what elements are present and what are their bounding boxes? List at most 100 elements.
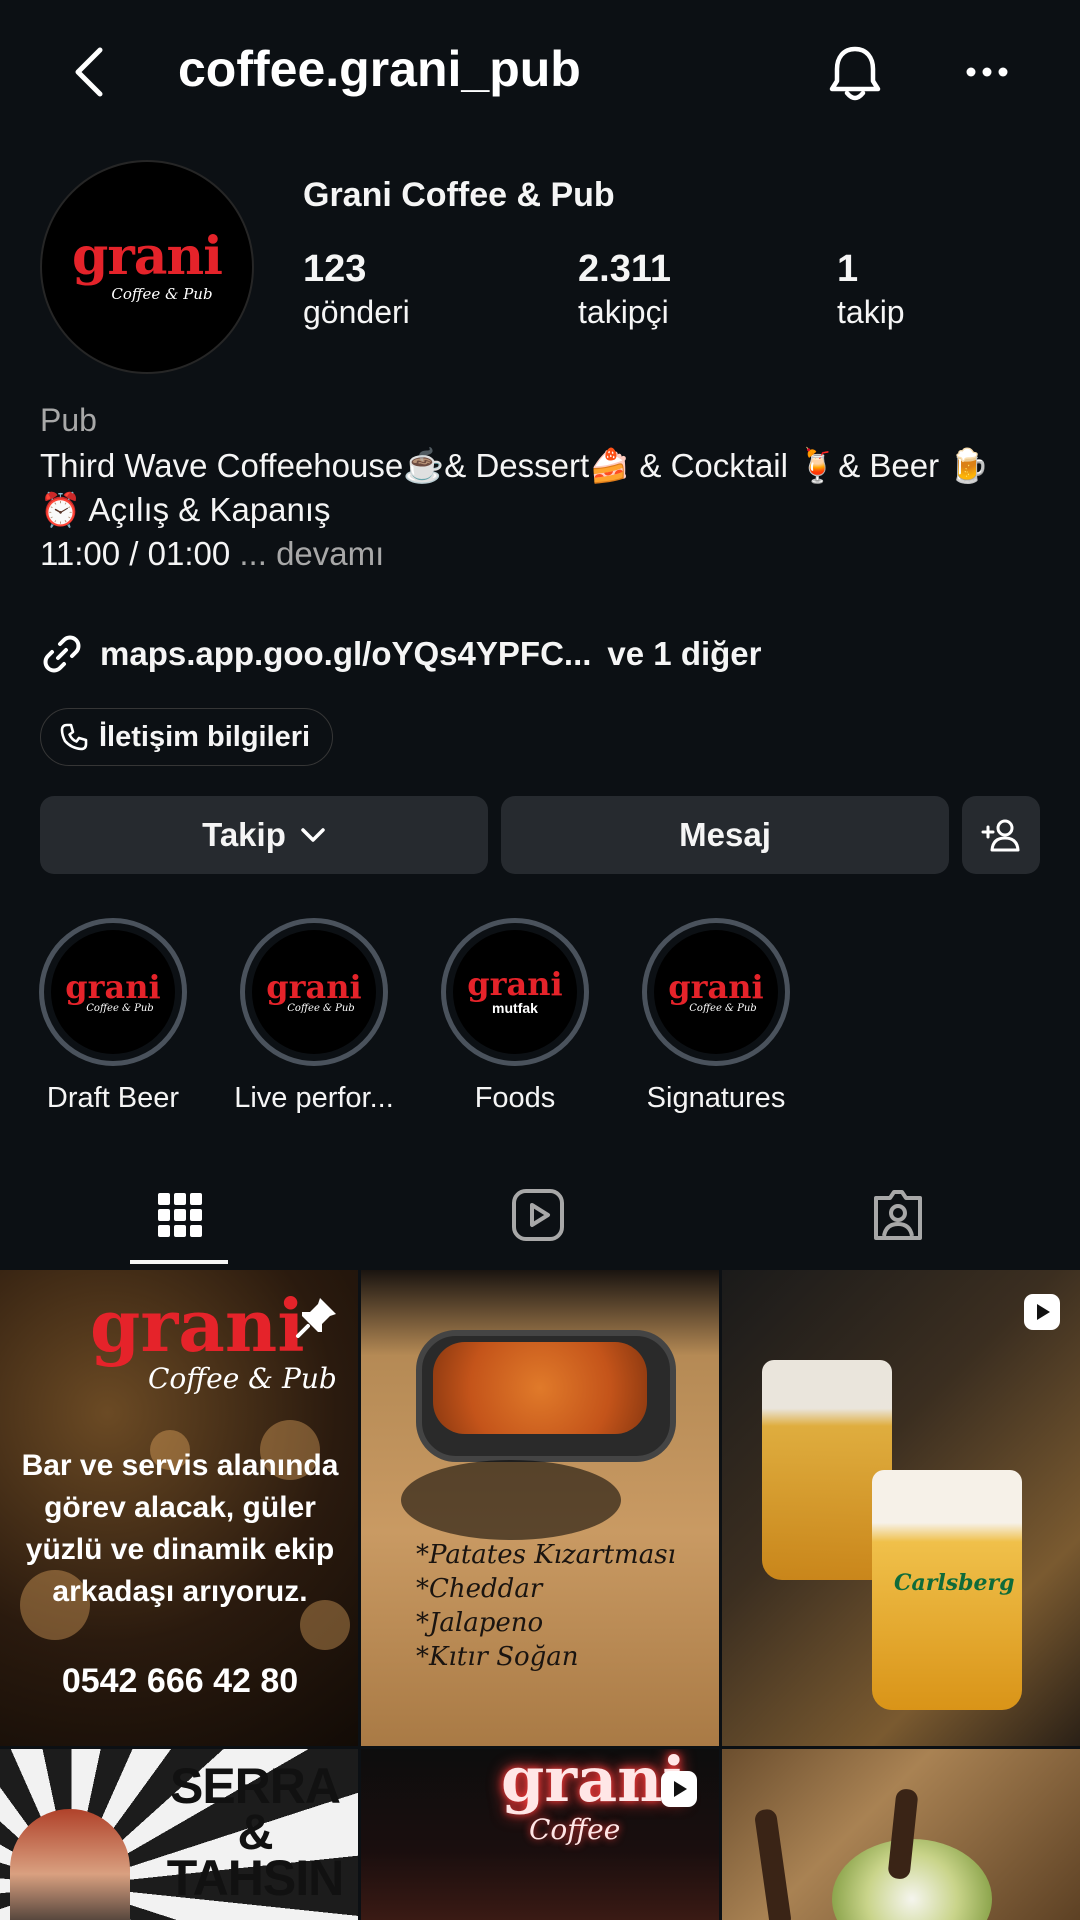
following-count-value: 1 bbox=[837, 248, 859, 290]
post-title-line: SERRA bbox=[169, 1758, 341, 1814]
post-tile[interactable]: grani Coffee & Pub Bar ve servis alanınd… bbox=[0, 1270, 358, 1746]
highlight-cover: grani Coffee & Pub bbox=[654, 930, 778, 1054]
highlight-logo: grani bbox=[65, 967, 161, 1006]
display-name: Grani Coffee & Pub bbox=[303, 176, 615, 214]
more-horizontal-icon bbox=[966, 67, 1008, 77]
post-title-line: & bbox=[237, 1804, 273, 1860]
post-logo: grani bbox=[90, 1283, 305, 1368]
bio-line: Third Wave Coffeehouse☕️& Dessert🍰 & Coc… bbox=[40, 447, 990, 484]
tab-posts-grid[interactable] bbox=[0, 1170, 360, 1260]
highlight-logo: grani bbox=[668, 967, 764, 1006]
notifications-button[interactable] bbox=[818, 36, 892, 110]
menu-item: *Jalapeno bbox=[416, 1608, 544, 1638]
highlight-label: Live perfor... bbox=[234, 1082, 394, 1114]
pinned-icon bbox=[296, 1298, 336, 1338]
highlight-logo-sub: Coffee & Pub bbox=[287, 1002, 355, 1014]
chevron-down-icon bbox=[301, 828, 325, 842]
tagged-person-icon bbox=[874, 1190, 922, 1240]
profile-link-text[interactable]: maps.app.goo.gl/oYQs4YPFC... bbox=[100, 635, 591, 673]
message-button-label: Mesaj bbox=[679, 816, 771, 853]
reel-badge bbox=[659, 1769, 699, 1814]
post-tile[interactable]: SERRA & TAHSIN bbox=[0, 1749, 358, 1920]
tab-reels[interactable] bbox=[358, 1170, 718, 1260]
contact-info-label: İletişim bilgileri bbox=[99, 720, 311, 753]
back-button[interactable] bbox=[60, 30, 120, 114]
highlight-label: Foods bbox=[474, 1082, 556, 1114]
profile-category: Pub bbox=[40, 402, 97, 438]
profile-links[interactable]: maps.app.goo.gl/oYQs4YPFC... ve 1 diğer bbox=[40, 632, 762, 676]
bell-icon bbox=[829, 46, 881, 101]
post-title: SERRA & TAHSIN bbox=[160, 1758, 350, 1906]
post-tile[interactable]: Carlsberg bbox=[722, 1270, 1080, 1746]
following-button[interactable]: Takip bbox=[40, 796, 488, 874]
grid-icon bbox=[158, 1193, 202, 1237]
highlight-label: Draft Beer bbox=[46, 1082, 180, 1114]
following-count-label: takip bbox=[837, 294, 905, 330]
bio-line: ⏰ Açılış & Kapanış bbox=[40, 491, 331, 528]
highlight-foods[interactable]: grani mutfak Foods bbox=[435, 918, 595, 1115]
reel-icon bbox=[661, 1771, 697, 1807]
active-tab-indicator bbox=[130, 1260, 228, 1264]
phone-icon bbox=[60, 723, 88, 751]
bio-more-link[interactable]: ... devamı bbox=[239, 535, 384, 572]
profile-avatar[interactable]: grani Coffee & Pub bbox=[40, 160, 254, 374]
beer-brand: Carlsberg bbox=[894, 1570, 1015, 1596]
dish-food bbox=[433, 1342, 647, 1434]
tab-tagged[interactable] bbox=[718, 1170, 1078, 1260]
highlight-logo: grani bbox=[266, 967, 362, 1006]
highlight-logo-sub: Coffee & Pub bbox=[86, 1002, 154, 1014]
bio-line-hours: 11:00 / 01:00 ... devamı bbox=[40, 532, 1040, 576]
suggest-people-button[interactable] bbox=[962, 796, 1040, 874]
followers-count-value: 2.311 bbox=[578, 248, 671, 290]
profile-username: coffee.grani_pub bbox=[178, 41, 581, 97]
reel-icon bbox=[1024, 1294, 1060, 1330]
following-count[interactable]: 1 takip bbox=[837, 246, 905, 332]
add-person-icon bbox=[981, 819, 1020, 852]
highlight-ring: grani Coffee & Pub bbox=[39, 918, 187, 1066]
post-tile[interactable]: grani Coffee bbox=[361, 1749, 719, 1920]
highlight-logo-sub: mutfak bbox=[492, 1000, 538, 1016]
highlight-ring: grani mutfak bbox=[441, 918, 589, 1066]
highlight-signatures[interactable]: grani Coffee & Pub Signatures bbox=[636, 918, 796, 1115]
reels-icon bbox=[512, 1189, 564, 1241]
post-tile[interactable]: *Patates Kızartması *Cheddar *Jalapeno *… bbox=[361, 1270, 719, 1746]
highlight-live-performance[interactable]: grani Coffee & Pub Live perfor... bbox=[234, 918, 394, 1115]
contact-info-button[interactable]: İletişim bilgileri bbox=[40, 708, 334, 766]
highlight-draft-beer[interactable]: grani Coffee & Pub Draft Beer bbox=[33, 918, 193, 1115]
posts-count-label: gönderi bbox=[303, 294, 410, 330]
followers-count-label: takipçi bbox=[578, 294, 669, 330]
highlight-cover: grani Coffee & Pub bbox=[252, 930, 376, 1054]
highlight-cover: grani Coffee & Pub bbox=[51, 930, 175, 1054]
posts-count-value: 123 bbox=[303, 248, 367, 290]
neon-logo-sub: Coffee bbox=[529, 1813, 621, 1846]
post-logo-sub: Coffee & Pub bbox=[148, 1362, 337, 1395]
posts-count[interactable]: 123 gönderi bbox=[303, 246, 410, 332]
highlight-label: Signatures bbox=[646, 1082, 786, 1114]
post-caption-text: Bar ve servis alanında görev alacak, gül… bbox=[21, 1449, 339, 1608]
menu-list: *Patates Kızartması *Cheddar *Jalapeno *… bbox=[416, 1538, 676, 1674]
message-button[interactable]: Mesaj bbox=[501, 796, 949, 874]
highlight-ring: grani Coffee & Pub bbox=[642, 918, 790, 1066]
link-icon bbox=[43, 635, 81, 673]
post-phone: 0542 666 42 80 bbox=[61, 1662, 299, 1700]
highlight-logo-sub: Coffee & Pub bbox=[689, 1002, 757, 1014]
reel-badge bbox=[1022, 1292, 1062, 1337]
highlight-cover: grani mutfak bbox=[453, 930, 577, 1054]
avatar-logo-sub: Coffee & Pub bbox=[111, 285, 213, 303]
highlight-ring: grani Coffee & Pub bbox=[240, 918, 388, 1066]
more-options-button[interactable] bbox=[950, 44, 1024, 100]
chevron-left-icon bbox=[75, 47, 103, 97]
pan-shadow bbox=[401, 1460, 621, 1540]
menu-item: *Patates Kızartması bbox=[416, 1540, 676, 1570]
highlight-logo: grani bbox=[467, 965, 563, 1003]
menu-item: *Kıtır Soğan bbox=[416, 1642, 579, 1672]
performer-photo bbox=[10, 1809, 130, 1920]
bio-hours: 11:00 / 01:00 bbox=[40, 535, 231, 572]
post-title-line: TAHSIN bbox=[166, 1850, 344, 1906]
wafer-roll bbox=[753, 1808, 793, 1920]
profile-bio: Third Wave Coffeehouse☕️& Dessert🍰 & Coc… bbox=[40, 444, 1040, 576]
avatar-logo: grani bbox=[71, 226, 223, 287]
post-tile[interactable] bbox=[722, 1749, 1080, 1920]
followers-count[interactable]: 2.311 takipçi bbox=[578, 246, 671, 332]
profile-link-extra[interactable]: ve 1 diğer bbox=[607, 635, 761, 673]
